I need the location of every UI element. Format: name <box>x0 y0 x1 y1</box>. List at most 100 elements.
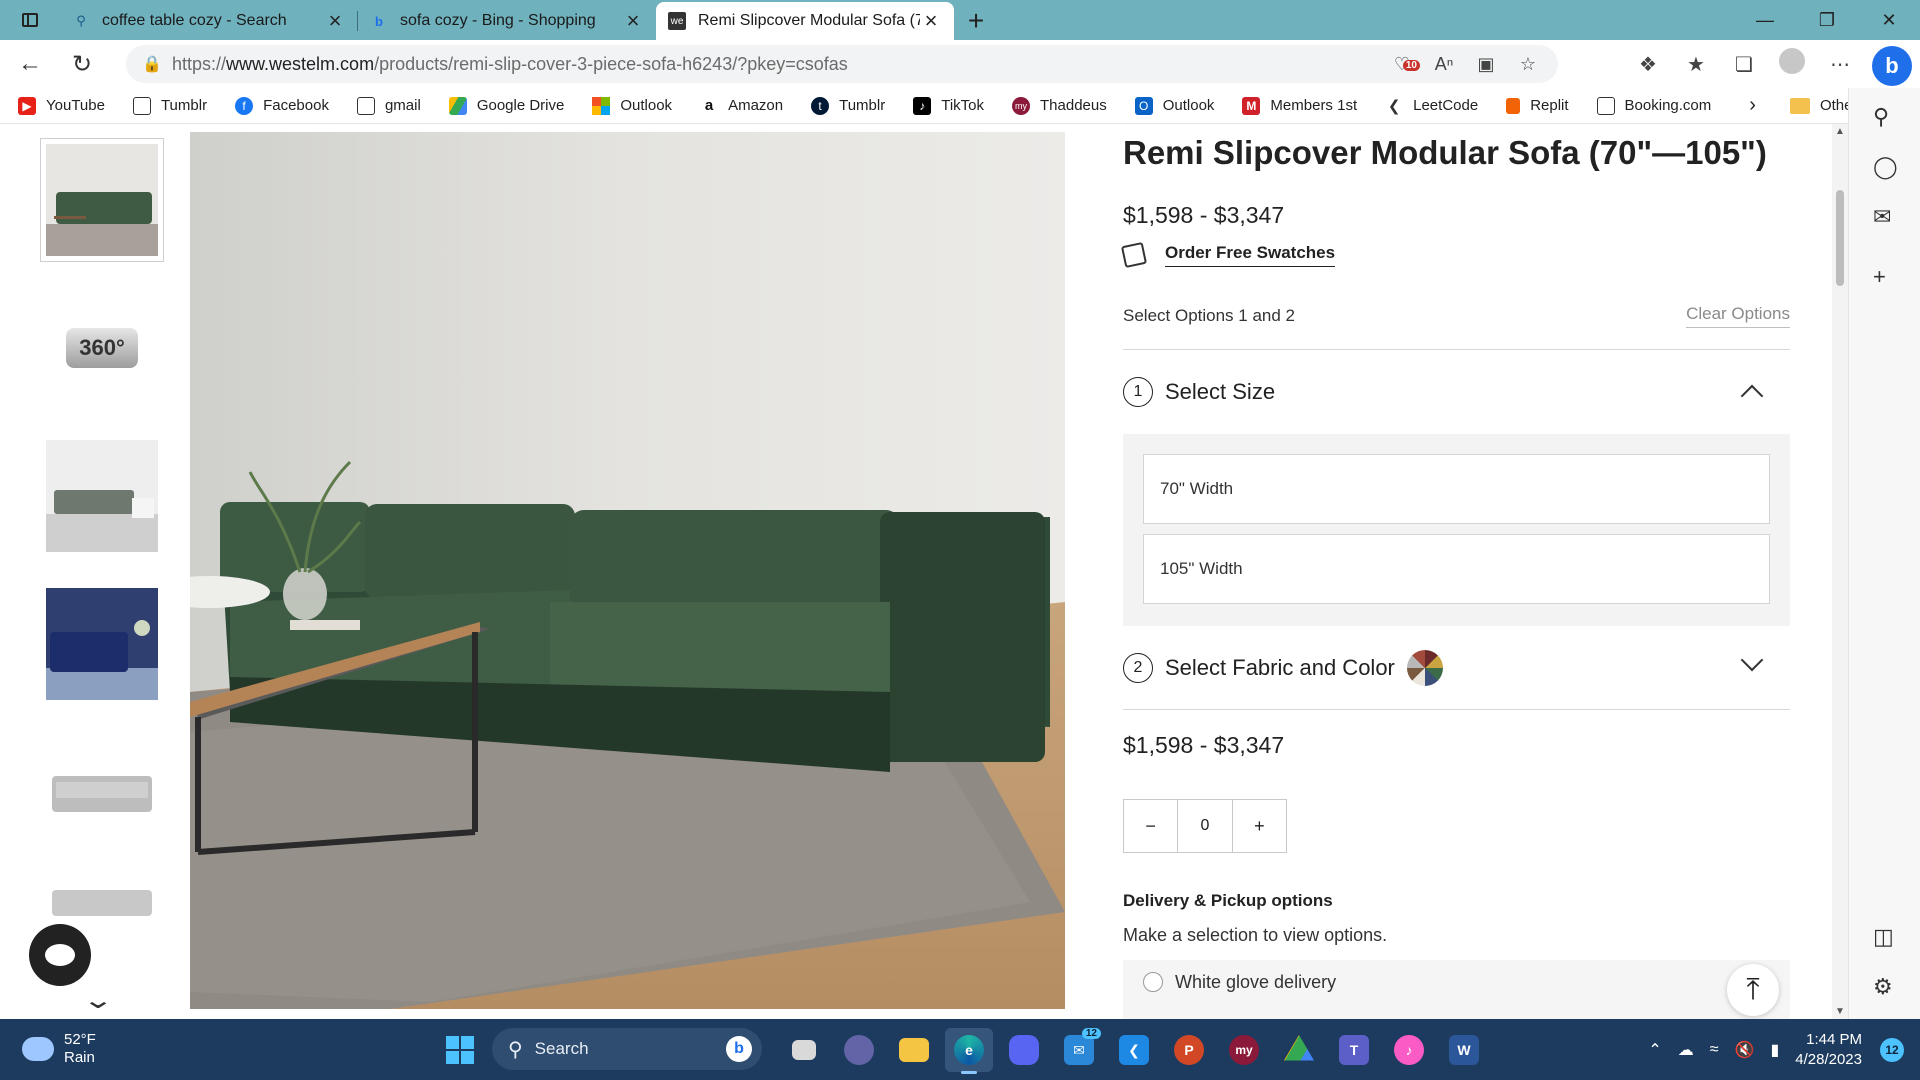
teams-icon[interactable]: T <box>1330 1028 1378 1072</box>
size-option-70[interactable]: 70" Width <box>1143 454 1770 524</box>
chat-icon[interactable] <box>29 924 91 986</box>
chevron-down-icon[interactable]: ⌄ <box>82 986 114 1015</box>
thumb-gray-room[interactable] <box>40 434 164 558</box>
fav-members-1st[interactable]: M Members 1st <box>1242 96 1357 115</box>
select-fabric-header[interactable]: 2 Select Fabric and Color <box>1123 626 1790 710</box>
back-arrow-icon[interactable]: ← <box>8 44 52 84</box>
my-app-icon[interactable]: my <box>1220 1028 1268 1072</box>
shopping-icon[interactable]: ◯ <box>1873 154 1898 180</box>
fav-booking[interactable]: Booking.com <box>1596 96 1711 115</box>
powerpoint-icon[interactable]: P <box>1165 1028 1213 1072</box>
onedrive-icon[interactable]: ☁ <box>1678 1040 1694 1060</box>
fav-tumblr[interactable]: Tumblr <box>132 96 207 115</box>
scroll-up-arrow-icon[interactable]: ▲ <box>1835 126 1845 137</box>
close-window-icon[interactable]: ✕ <box>1858 0 1920 40</box>
select-size-header[interactable]: 1 Select Size <box>1123 350 1790 434</box>
fav-outlook[interactable]: Outlook <box>592 96 672 115</box>
product-hero-image[interactable] <box>190 132 1065 1009</box>
fav-amazon[interactable]: a Amazon <box>700 97 783 115</box>
url-text[interactable]: https://www.westelm.com/products/remi-sl… <box>172 54 1386 75</box>
quantity-decrease-button[interactable]: − <box>1124 800 1177 852</box>
back-to-top-icon[interactable]: ⤒ <box>1727 964 1779 1016</box>
vscode-icon[interactable]: ❮ <box>1110 1028 1158 1072</box>
wifi-icon[interactable]: ≈ <box>1710 1041 1719 1059</box>
discord-icon[interactable] <box>1000 1028 1048 1072</box>
fav-youtube[interactable]: ▶ YouTube <box>18 96 105 115</box>
chevron-down-icon[interactable] <box>1740 648 1764 672</box>
weather-widget[interactable]: 52°F Rain <box>22 1031 96 1067</box>
thumb-blue-sofa[interactable] <box>40 582 164 706</box>
fav-facebook[interactable]: f Facebook <box>235 96 329 115</box>
hide-sidebar-icon[interactable]: ◫ <box>1873 924 1894 950</box>
tab-actions-button[interactable] <box>0 0 60 40</box>
immersive-reader-icon[interactable]: ▣ <box>1470 54 1502 75</box>
add-sidebar-app-icon[interactable]: + <box>1873 264 1886 290</box>
clear-options-link[interactable]: Clear Options <box>1686 304 1790 328</box>
fav-outlook-2[interactable]: O Outlook <box>1134 96 1214 115</box>
file-explorer-icon[interactable] <box>890 1028 938 1072</box>
bing-chat-icon[interactable]: b <box>1872 46 1912 86</box>
itunes-icon[interactable]: ♪ <box>1385 1028 1433 1072</box>
fav-gmail[interactable]: gmail <box>356 96 421 115</box>
close-tab-icon[interactable]: × <box>622 8 644 34</box>
tracking-prevention-icon[interactable]: ♡ 10 <box>1386 54 1420 75</box>
battery-icon[interactable]: ▮ <box>1770 1040 1779 1060</box>
start-button[interactable] <box>446 1036 474 1064</box>
chevron-up-icon[interactable] <box>1740 384 1764 408</box>
size-option-105[interactable]: 105" Width <box>1143 534 1770 604</box>
edge-icon[interactable]: e <box>945 1028 993 1074</box>
teams-chat-icon[interactable] <box>835 1028 883 1072</box>
scrollbar-thumb[interactable] <box>1836 190 1844 286</box>
close-tab-icon[interactable]: × <box>324 8 346 34</box>
search-sidebar-icon[interactable]: ⚲ <box>1873 104 1889 130</box>
google-drive-icon[interactable] <box>1275 1028 1323 1072</box>
extensions-icon[interactable]: ❖ <box>1628 52 1668 77</box>
notification-badge[interactable]: 12 <box>1880 1037 1904 1062</box>
address-bar[interactable]: 🔒 https://www.westelm.com/products/remi-… <box>126 45 1558 83</box>
word-icon[interactable]: W <box>1440 1028 1488 1072</box>
fav-tumblr-2[interactable]: t Tumblr <box>811 96 885 115</box>
chevron-right-icon[interactable]: › <box>1749 94 1756 117</box>
fav-leetcode[interactable]: ❮ LeetCode <box>1385 97 1478 115</box>
tiktok-icon: ♪ <box>913 96 932 115</box>
clock[interactable]: 1:44 PM 4/28/2023 <box>1795 1030 1862 1070</box>
fav-tiktok[interactable]: ♪ TikTok <box>913 96 984 115</box>
restore-icon[interactable]: ❐ <box>1796 0 1858 40</box>
mail-icon[interactable]: ✉ 12 <box>1055 1028 1103 1072</box>
refresh-icon[interactable]: ↻ <box>60 44 104 84</box>
thumb-360-view[interactable]: 360° <box>40 286 164 410</box>
order-free-swatches-link[interactable]: Order Free Swatches <box>1165 243 1336 267</box>
show-hidden-icons-chevron-icon[interactable]: ⌃ <box>1648 1040 1661 1060</box>
task-view-icon[interactable] <box>780 1028 828 1072</box>
outlook-sidebar-icon[interactable]: ✉ <box>1873 204 1891 230</box>
page-scrollbar[interactable]: ▲ ▼ <box>1832 124 1848 1019</box>
fav-thaddeus[interactable]: my Thaddeus <box>1012 96 1107 115</box>
tab-remi-sofa[interactable]: we Remi Slipcover Modular Sofa (70 × <box>656 2 954 40</box>
white-glove-radio[interactable] <box>1143 972 1163 992</box>
collections-icon[interactable]: ❏ <box>1724 52 1764 77</box>
fav-replit[interactable]: Replit <box>1506 97 1569 114</box>
tab-coffee-table-search[interactable]: ⚲ coffee table cozy - Search × <box>60 2 358 40</box>
close-tab-icon[interactable]: × <box>920 8 942 34</box>
tab-sofa-cozy-bing[interactable]: b sofa cozy - Bing - Shopping × <box>358 2 656 40</box>
white-glove-option[interactable]: White glove delivery <box>1123 960 1790 1019</box>
read-aloud-icon[interactable]: Aⁿ <box>1428 54 1460 75</box>
quantity-input[interactable]: 0 <box>1177 800 1233 852</box>
lock-icon[interactable]: 🔒 <box>132 54 172 74</box>
delivery-options-title: Delivery & Pickup options <box>1123 891 1333 910</box>
favorites-bar: ▶ YouTube Tumblr f Facebook gmail Google D… <box>0 88 1918 124</box>
favorites-icon[interactable]: ★ <box>1676 52 1716 77</box>
taskbar-search[interactable]: ⚲ Search b <box>492 1028 762 1070</box>
sidebar-settings-icon[interactable]: ⚙ <box>1873 974 1893 1000</box>
quantity-increase-button[interactable]: + <box>1233 800 1286 852</box>
more-options-icon[interactable]: ⋯ <box>1820 52 1860 77</box>
volume-muted-icon[interactable]: 🔇 <box>1735 1040 1755 1060</box>
thumb-gray-loveseat[interactable] <box>40 730 164 854</box>
profile-icon[interactable] <box>1772 48 1812 80</box>
add-favorite-icon[interactable]: ☆ <box>1512 54 1544 75</box>
scroll-down-arrow-icon[interactable]: ▼ <box>1835 1006 1845 1017</box>
fav-google-drive[interactable]: Google Drive <box>448 96 564 115</box>
new-tab-button[interactable]: + <box>954 2 998 40</box>
minimize-icon[interactable]: — <box>1734 0 1796 40</box>
thumb-green-sofa[interactable] <box>40 138 164 262</box>
